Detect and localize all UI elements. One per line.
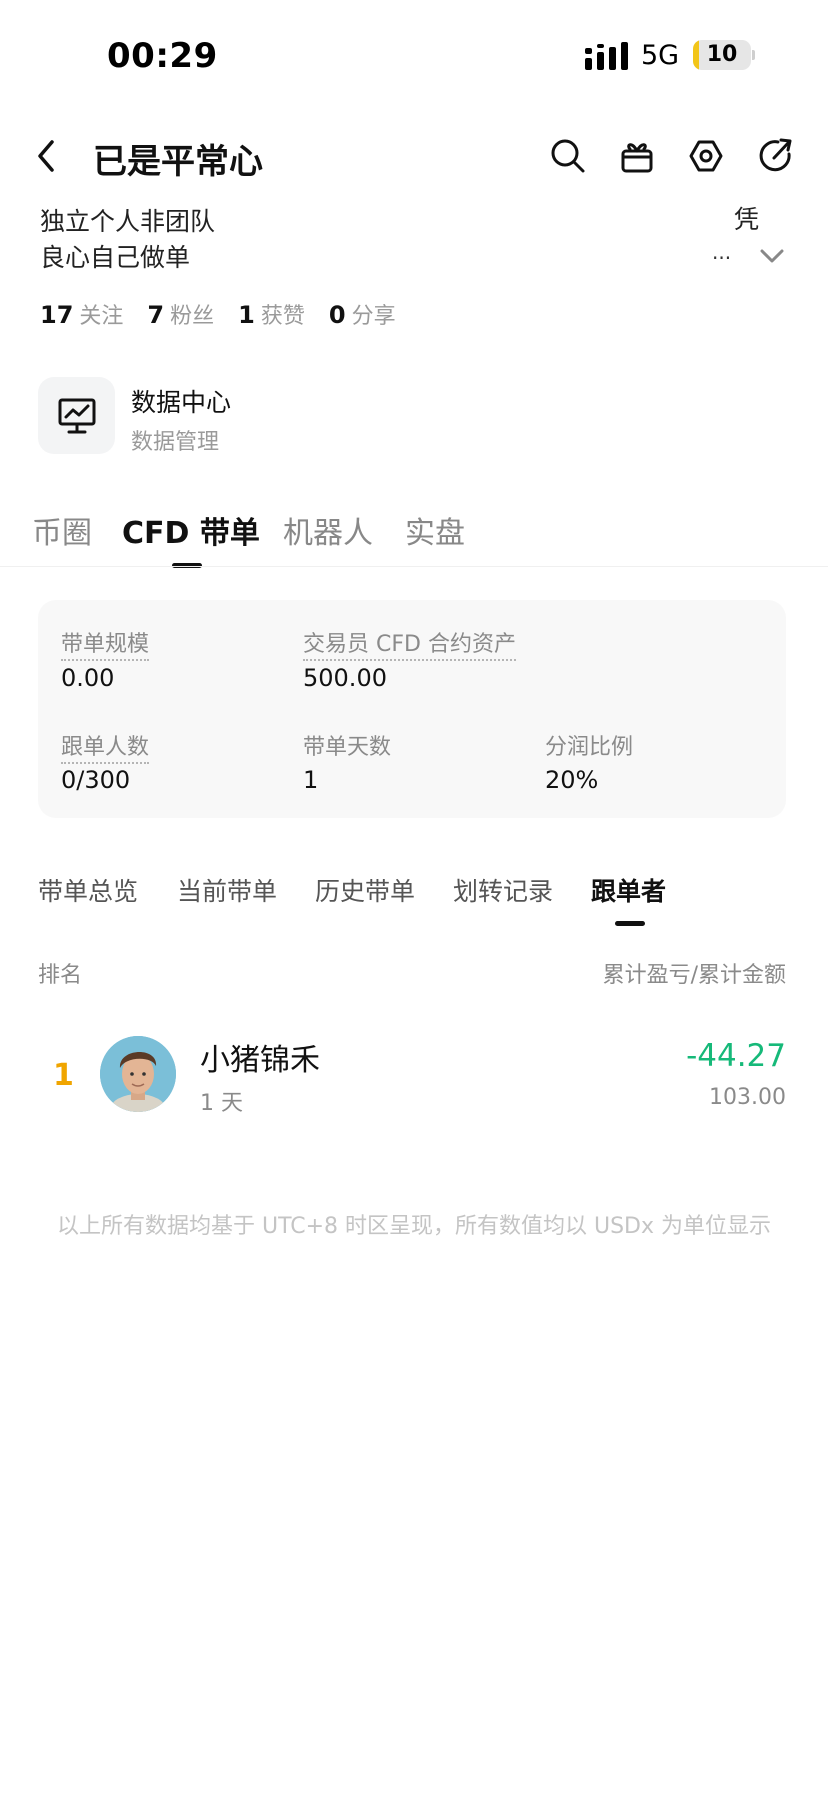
share-icon[interactable] — [757, 137, 795, 175]
avatar[interactable] — [100, 1036, 176, 1112]
battery-icon: 10 — [693, 40, 751, 70]
back-arrow-icon[interactable] — [32, 138, 60, 174]
bio-line-2: 良心自己做单 — [40, 243, 191, 272]
days-label: 带单天数 — [303, 735, 392, 760]
subtab-overview[interactable]: 带单总览 — [38, 872, 138, 908]
stat-likes[interactable]: 1 获赞 — [238, 298, 305, 330]
tab-divider — [0, 566, 828, 567]
search-icon[interactable] — [549, 137, 587, 175]
stat-following[interactable]: 17 关注 — [40, 298, 123, 330]
subtab-history[interactable]: 历史带单 — [315, 872, 415, 908]
profit-share-value: 20% — [545, 766, 599, 794]
subtab-current[interactable]: 当前带单 — [177, 872, 277, 908]
timezone-footnote: 以上所有数据均基于 UTC+8 时区呈现，所有数值均以 USDx 为单位显示 — [56, 1214, 772, 1239]
profile-stats: 17 关注 7 粉丝 1 获赞 0 分享 — [40, 298, 396, 330]
battery-level: 10 — [706, 42, 738, 67]
tab-cfd[interactable]: CFD 带单 — [122, 508, 260, 552]
bio-line-1: 独立个人非团队 — [40, 207, 216, 236]
data-center-subtitle: 数据管理 — [131, 430, 220, 455]
rank-header: 排名 — [38, 963, 83, 988]
active-subtab-indicator — [615, 921, 645, 926]
scale-label[interactable]: 带单规模 — [61, 626, 150, 661]
stat-shares[interactable]: 0 分享 — [329, 298, 396, 330]
gift-icon[interactable] — [618, 137, 656, 175]
follower-amount: 103.00 — [709, 1085, 786, 1110]
more-ellipsis: ... — [712, 240, 732, 264]
data-center-button[interactable] — [38, 377, 115, 454]
follower-pnl: -44.27 — [686, 1038, 786, 1074]
followers-count-value: 0/300 — [61, 766, 131, 794]
assets-label[interactable]: 交易员 CFD 合约资产 — [303, 626, 516, 661]
row-rank: 1 — [53, 1058, 74, 1093]
followers-count-label[interactable]: 跟单人数 — [61, 729, 150, 764]
follower-days: 1 天 — [200, 1091, 243, 1116]
chevron-down-icon[interactable] — [758, 246, 786, 266]
page-title: 已是平常心 — [93, 142, 263, 182]
subtab-transfers[interactable]: 划转记录 — [453, 872, 553, 908]
tab-crypto[interactable]: 币圈 — [32, 508, 92, 552]
signal-icon — [585, 42, 628, 70]
monitor-chart-icon — [58, 398, 95, 433]
battery-tip — [752, 50, 755, 60]
subtab-followers[interactable]: 跟单者 — [591, 872, 666, 908]
pnl-header: 累计盈亏/累计金额 — [602, 963, 786, 988]
assets-value: 500.00 — [303, 664, 387, 692]
side-label: 凭 — [734, 205, 760, 234]
tab-robot[interactable]: 机器人 — [283, 508, 373, 552]
days-value: 1 — [303, 766, 319, 794]
data-center-title[interactable]: 数据中心 — [131, 383, 231, 419]
stat-followers[interactable]: 7 粉丝 — [147, 298, 214, 330]
tab-live[interactable]: 实盘 — [405, 508, 465, 552]
profit-share-label: 分润比例 — [545, 735, 634, 760]
settings-hex-icon[interactable] — [687, 137, 725, 175]
network-label: 5G — [641, 40, 680, 71]
status-time: 00:29 — [107, 36, 218, 76]
follower-name[interactable]: 小猪锦禾 — [200, 1035, 320, 1079]
scale-value: 0.00 — [61, 664, 115, 692]
